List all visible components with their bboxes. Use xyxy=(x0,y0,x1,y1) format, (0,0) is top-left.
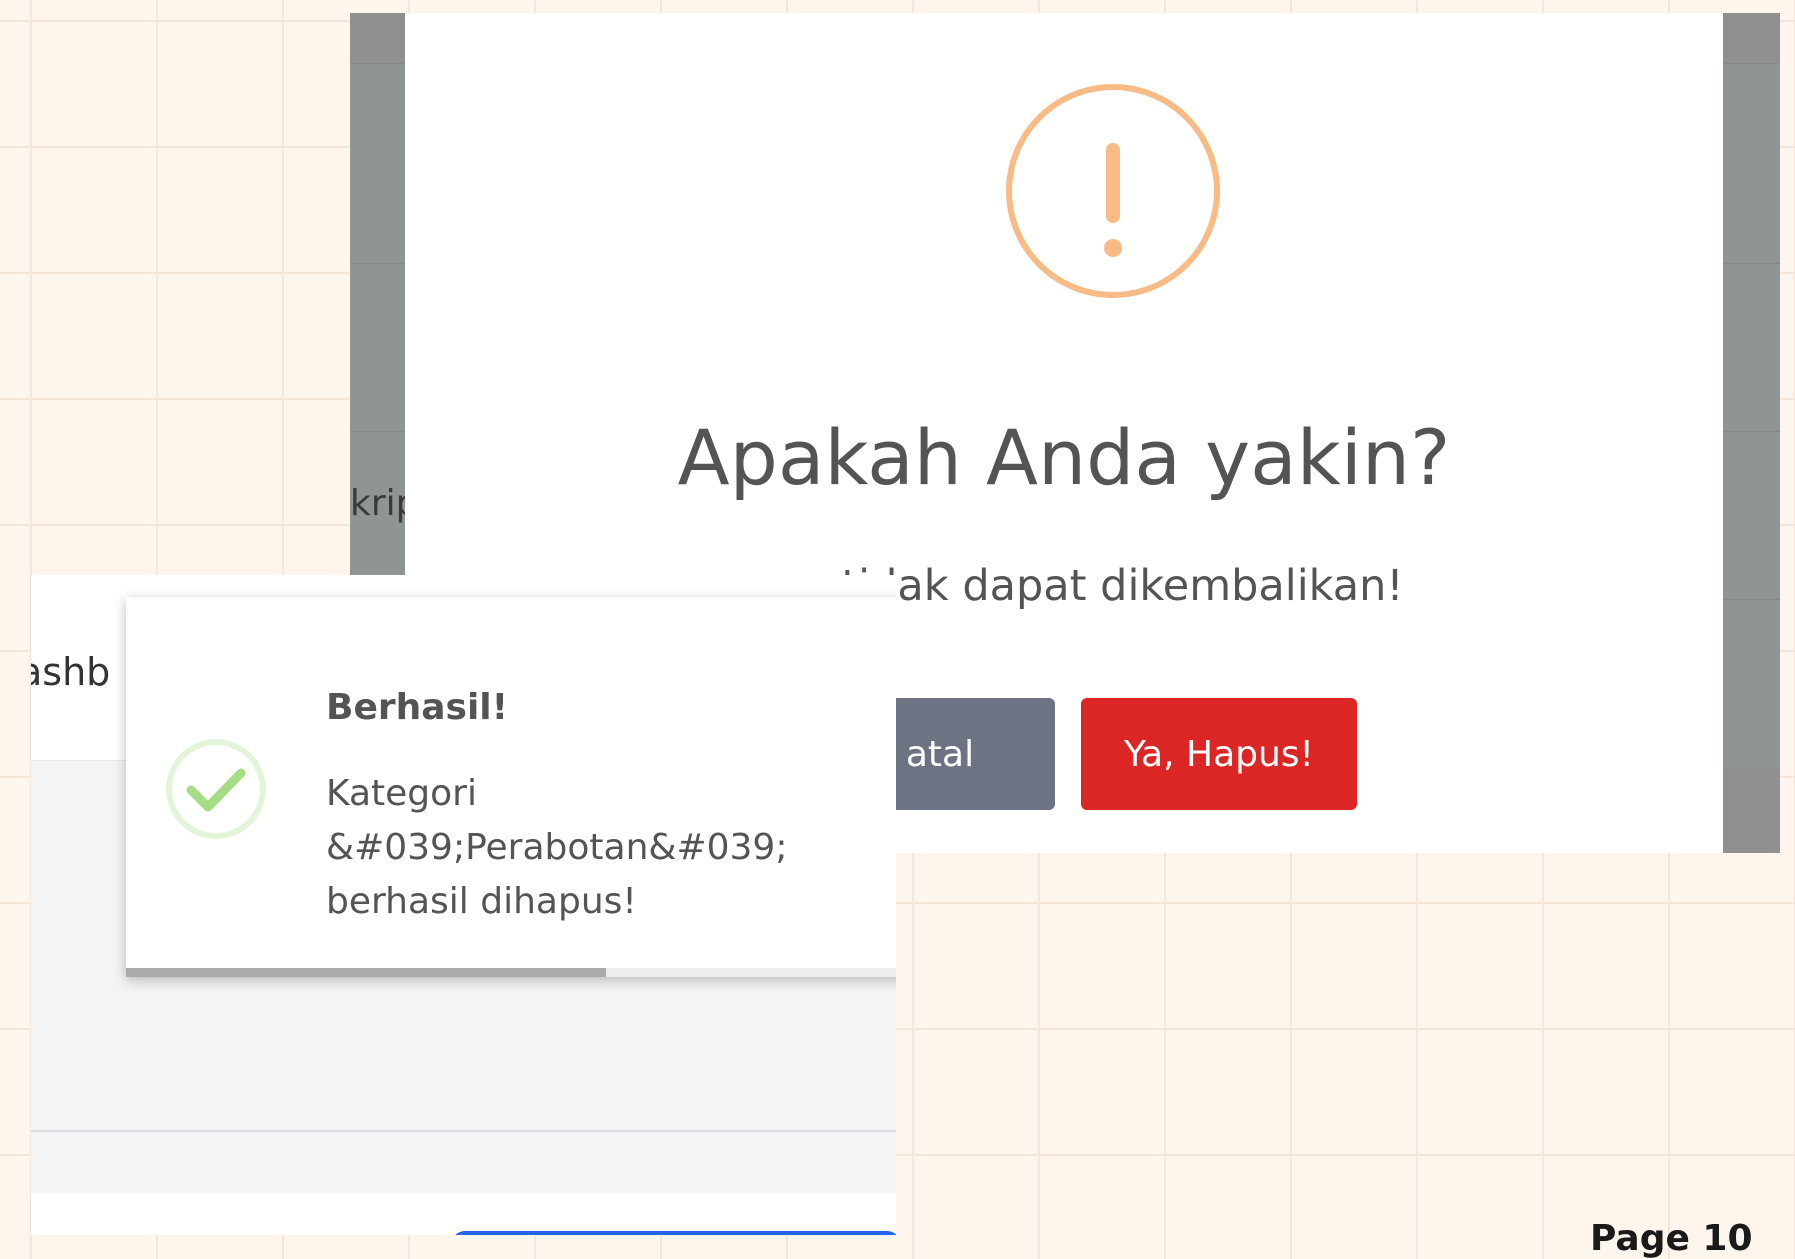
content-divider xyxy=(31,1130,896,1132)
content-card xyxy=(31,1193,896,1235)
success-toast: Berhasil! Kategori &#039;Perabotan&#039;… xyxy=(126,597,896,977)
toast-title: Berhasil! xyxy=(326,687,509,728)
confirm-delete-button[interactable]: Ya, Hapus! xyxy=(1081,698,1357,810)
page-number: Page 10 xyxy=(1590,1218,1753,1259)
toast-message: Kategori &#039;Perabotan&#039; berhasil … xyxy=(326,773,788,922)
toast-timer-track xyxy=(126,968,896,977)
dialog-title: Apakah Anda yakin? xyxy=(677,413,1451,502)
navbar-dashboard-link[interactable]: ashb xyxy=(31,650,110,694)
primary-button-partial[interactable] xyxy=(451,1231,896,1235)
toast-screenshot: ashb Berhasil! Kategori &#039;Perabotan&… xyxy=(31,575,896,1235)
success-check-icon xyxy=(166,739,266,839)
warning-exclamation-icon xyxy=(1006,84,1220,298)
toast-timer-progress xyxy=(126,968,606,977)
